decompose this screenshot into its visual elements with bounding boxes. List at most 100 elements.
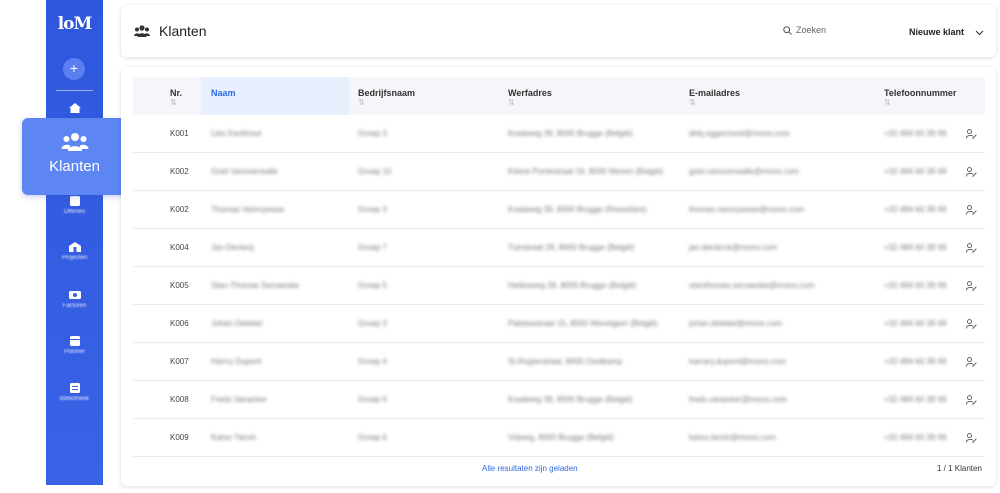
sort-icon[interactable]: ⇅ xyxy=(170,98,182,107)
edit-user-icon[interactable] xyxy=(966,395,977,405)
column-header-nr[interactable]: Nr. ⇅ xyxy=(170,88,182,107)
edit-user-icon[interactable] xyxy=(966,205,977,215)
all-results-loaded-text: Alle resultaten zijn geladen xyxy=(482,464,578,473)
edit-user-icon[interactable] xyxy=(966,281,977,291)
cell-naam: Harrry Dupont xyxy=(211,357,262,366)
sidebar: loM + Offertes Projecten Facturen Planne… xyxy=(46,0,103,485)
cell-tel: +32 484 60 39 69 xyxy=(884,243,947,252)
edit-user-icon[interactable] xyxy=(966,243,977,253)
sidebar-divider xyxy=(56,90,93,91)
building-icon xyxy=(68,242,81,252)
cell-naam: Freds Vanacker xyxy=(211,395,267,404)
column-header-label: E-mailadres xyxy=(689,88,741,98)
invoice-icon xyxy=(68,291,81,299)
new-client-label: Nieuwe klant xyxy=(909,27,965,37)
users-icon xyxy=(61,133,88,151)
sidebar-item-label: Facturen xyxy=(62,303,87,309)
cell-nr: K006 xyxy=(170,319,189,328)
sort-icon[interactable]: ⇅ xyxy=(508,98,552,107)
sidebar-item-home[interactable] xyxy=(46,103,103,113)
table-row[interactable]: K002 Thomas Vanroyease Groep 3 Kraaiweg … xyxy=(133,191,985,229)
column-header-telefoon[interactable]: Telefoonnummer ⇅ xyxy=(884,88,956,107)
cell-nr: K004 xyxy=(170,243,189,252)
cell-tel: +32 484 60 39 69 xyxy=(884,357,947,366)
cell-email: katoo.tiersh@mono.com xyxy=(689,433,776,442)
cell-tel: +32 484 60 39 69 xyxy=(884,319,947,328)
column-header-naam[interactable]: Naam xyxy=(211,88,236,98)
table-row[interactable]: K006 Johan Delebel Groep 3 Paletsestraat… xyxy=(133,305,985,343)
sidebar-item-label: Projecten xyxy=(61,255,88,261)
cell-email: thomas.vanroyease@mono.com xyxy=(689,205,805,214)
cell-adres: St.Rogierstraat, 8000 Oostkamp xyxy=(508,357,623,366)
search-input[interactable]: Zoeken xyxy=(783,25,826,35)
edit-user-icon[interactable] xyxy=(966,319,977,329)
cell-adres: Heilesweg 28, 8000 Brugge (België) xyxy=(508,281,637,290)
cell-email: griet.vanoverwalle@mono.com xyxy=(689,167,799,176)
edit-user-icon[interactable] xyxy=(966,433,977,443)
table-row[interactable]: K008 Freds Vanacker Groep 5 Kraaiweg 39,… xyxy=(133,381,985,419)
cell-tel: +32 484 60 39 69 xyxy=(884,129,947,138)
cell-email: johan.delebel@mono.com xyxy=(689,319,783,328)
sidebar-item-label: Klanten xyxy=(49,158,100,175)
cell-bedrijf: Groep 3 xyxy=(358,205,387,214)
cell-nr: K001 xyxy=(170,129,189,138)
cell-tel: +32 484 60 39 69 xyxy=(884,205,947,214)
column-header-email[interactable]: E-mailadres ⇅ xyxy=(689,88,740,107)
sidebar-item-projecten[interactable]: Projecten xyxy=(46,242,103,261)
table-row[interactable]: K009 Katoo Tiersh Groep 6 Vrijweg, 8000 … xyxy=(133,419,985,457)
cell-email: harrary.dupont@mono.com xyxy=(689,357,786,366)
cell-naam: Katoo Tiersh xyxy=(211,433,256,442)
cell-adres: Kraaiweg 39, 8000 Brugge (België) xyxy=(508,395,633,404)
column-header-label: Telefoonnummer xyxy=(884,88,957,98)
cell-adres: Kraaiweg 39, 8000 Brugge (Roeselare) xyxy=(508,205,647,214)
cell-naam: Johan Delebel xyxy=(211,319,263,328)
edit-user-icon[interactable] xyxy=(966,129,977,139)
search-placeholder: Zoeken xyxy=(796,25,827,35)
cell-bedrijf: Groep 4 xyxy=(358,357,387,366)
table-row[interactable]: K002 Griet Vanoverwalle Groep 10 Kleine … xyxy=(133,153,985,191)
cell-adres: Kraaiweg 39, 8000 Brugge (België) xyxy=(508,129,633,138)
table-header: Nr. ⇅ Naam Bedrijfsnaam ⇅ Werfadres ⇅ E-mai… xyxy=(133,77,985,115)
new-client-button[interactable]: Nieuwe klant xyxy=(909,27,984,37)
column-header-bedrijfsnaam[interactable]: Bedrijfsnaam ⇅ xyxy=(358,88,415,107)
app-logo[interactable]: loM xyxy=(46,14,103,34)
sidebar-item-label: Bibliotheek xyxy=(59,396,90,402)
sidebar-item-planner[interactable]: Planner xyxy=(46,336,103,355)
table-row[interactable]: K007 Harrry Dupont Groep 4 St.Rogierstra… xyxy=(133,343,985,381)
cell-bedrijf: Groep 6 xyxy=(358,433,387,442)
page-header: Klanten Zoeken Nieuwe klant xyxy=(121,5,996,57)
cell-bedrijf: Groep 5 xyxy=(358,281,387,290)
app-root: loM + Offertes Projecten Facturen Planne… xyxy=(0,0,1000,493)
clients-table: Nr. ⇅ Naam Bedrijfsnaam ⇅ Werfadres ⇅ E-mai… xyxy=(121,67,996,486)
cell-nr: K002 xyxy=(170,167,189,176)
sort-icon[interactable]: ⇅ xyxy=(689,98,740,107)
cell-naam: Thomas Vanroyease xyxy=(211,205,285,214)
sort-icon[interactable]: ⇅ xyxy=(358,98,415,107)
table-row[interactable]: K005 Stan-Thomas Servaeske Groep 5 Heile… xyxy=(133,267,985,305)
column-header-werfadres[interactable]: Werfadres ⇅ xyxy=(508,88,552,107)
column-header-label: Nr. xyxy=(170,88,183,98)
cell-bedrijf: Groep 5 xyxy=(358,395,387,404)
cell-nr: K002 xyxy=(170,205,189,214)
sidebar-item-bibliotheek[interactable]: Bibliotheek xyxy=(46,383,103,402)
table-row[interactable]: K004 Jan Declerq Groep 7 Tuinstraat 28, … xyxy=(133,229,985,267)
table-row[interactable]: K001 Lies Eeckhout Groep 3 Kraaiweg 39, … xyxy=(133,115,985,153)
library-icon xyxy=(69,383,80,393)
cell-naam: Lies Eeckhout xyxy=(211,129,262,138)
edit-user-icon[interactable] xyxy=(966,167,977,177)
cell-adres: Paletsestraat 15, 8000 Wevelgem (België) xyxy=(508,319,658,328)
cell-bedrijf: Groep 3 xyxy=(358,319,387,328)
add-button[interactable]: + xyxy=(63,58,85,80)
cell-tel: +32 484 60 39 69 xyxy=(884,433,947,442)
column-header-label: Bedrijfsnaam xyxy=(358,88,416,98)
sort-icon[interactable]: ⇅ xyxy=(884,98,956,107)
result-count: 1 / 1 Klanten xyxy=(937,464,982,473)
cell-naam: Griet Vanoverwalle xyxy=(211,167,278,176)
sidebar-item-klanten[interactable]: Klanten xyxy=(22,118,127,195)
users-icon xyxy=(134,25,150,37)
edit-user-icon[interactable] xyxy=(966,357,977,367)
sidebar-item-facturen[interactable]: Facturen xyxy=(46,290,103,309)
sidebar-item-offertes[interactable]: Offertes xyxy=(46,196,103,215)
cell-tel: +32 484 60 39 69 xyxy=(884,167,947,176)
column-header-label: Werfadres xyxy=(508,88,552,98)
